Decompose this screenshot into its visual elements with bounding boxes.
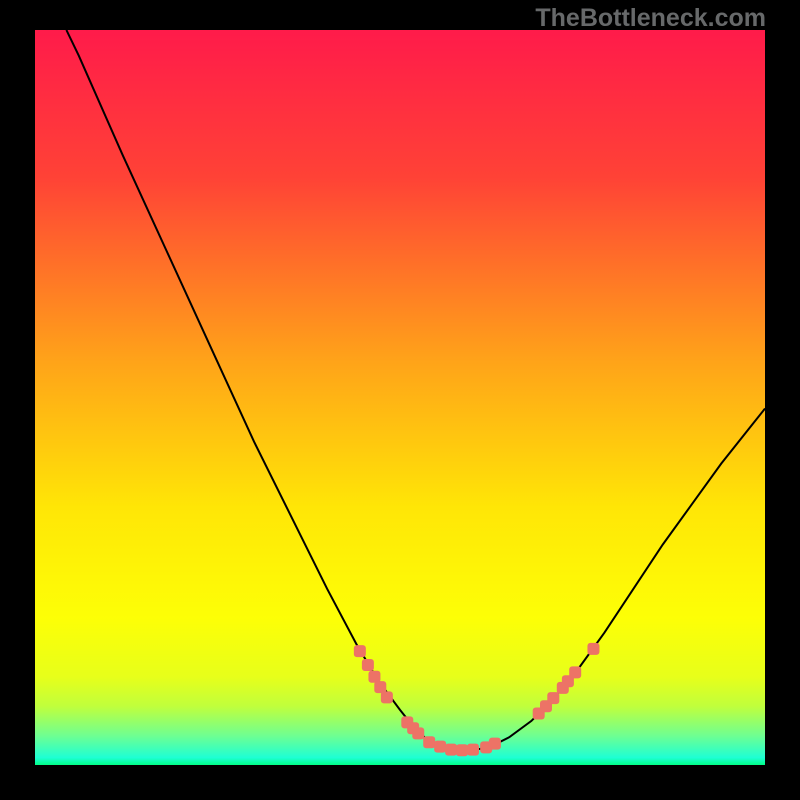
data-marker — [362, 659, 374, 671]
data-marker — [354, 645, 366, 657]
data-marker — [569, 666, 581, 678]
bottleneck-chart — [35, 30, 765, 765]
data-marker — [434, 741, 446, 753]
chart-svg — [35, 30, 765, 765]
data-marker — [587, 643, 599, 655]
chart-background — [35, 30, 765, 765]
data-marker — [489, 738, 501, 750]
watermark-text: TheBottleneck.com — [535, 4, 766, 33]
data-marker — [467, 744, 479, 756]
data-marker — [368, 671, 380, 683]
data-marker — [412, 727, 424, 739]
data-marker — [445, 744, 457, 756]
data-marker — [456, 744, 468, 756]
data-marker — [381, 691, 393, 703]
data-marker — [547, 692, 559, 704]
data-marker — [423, 736, 435, 748]
data-marker — [374, 681, 386, 693]
